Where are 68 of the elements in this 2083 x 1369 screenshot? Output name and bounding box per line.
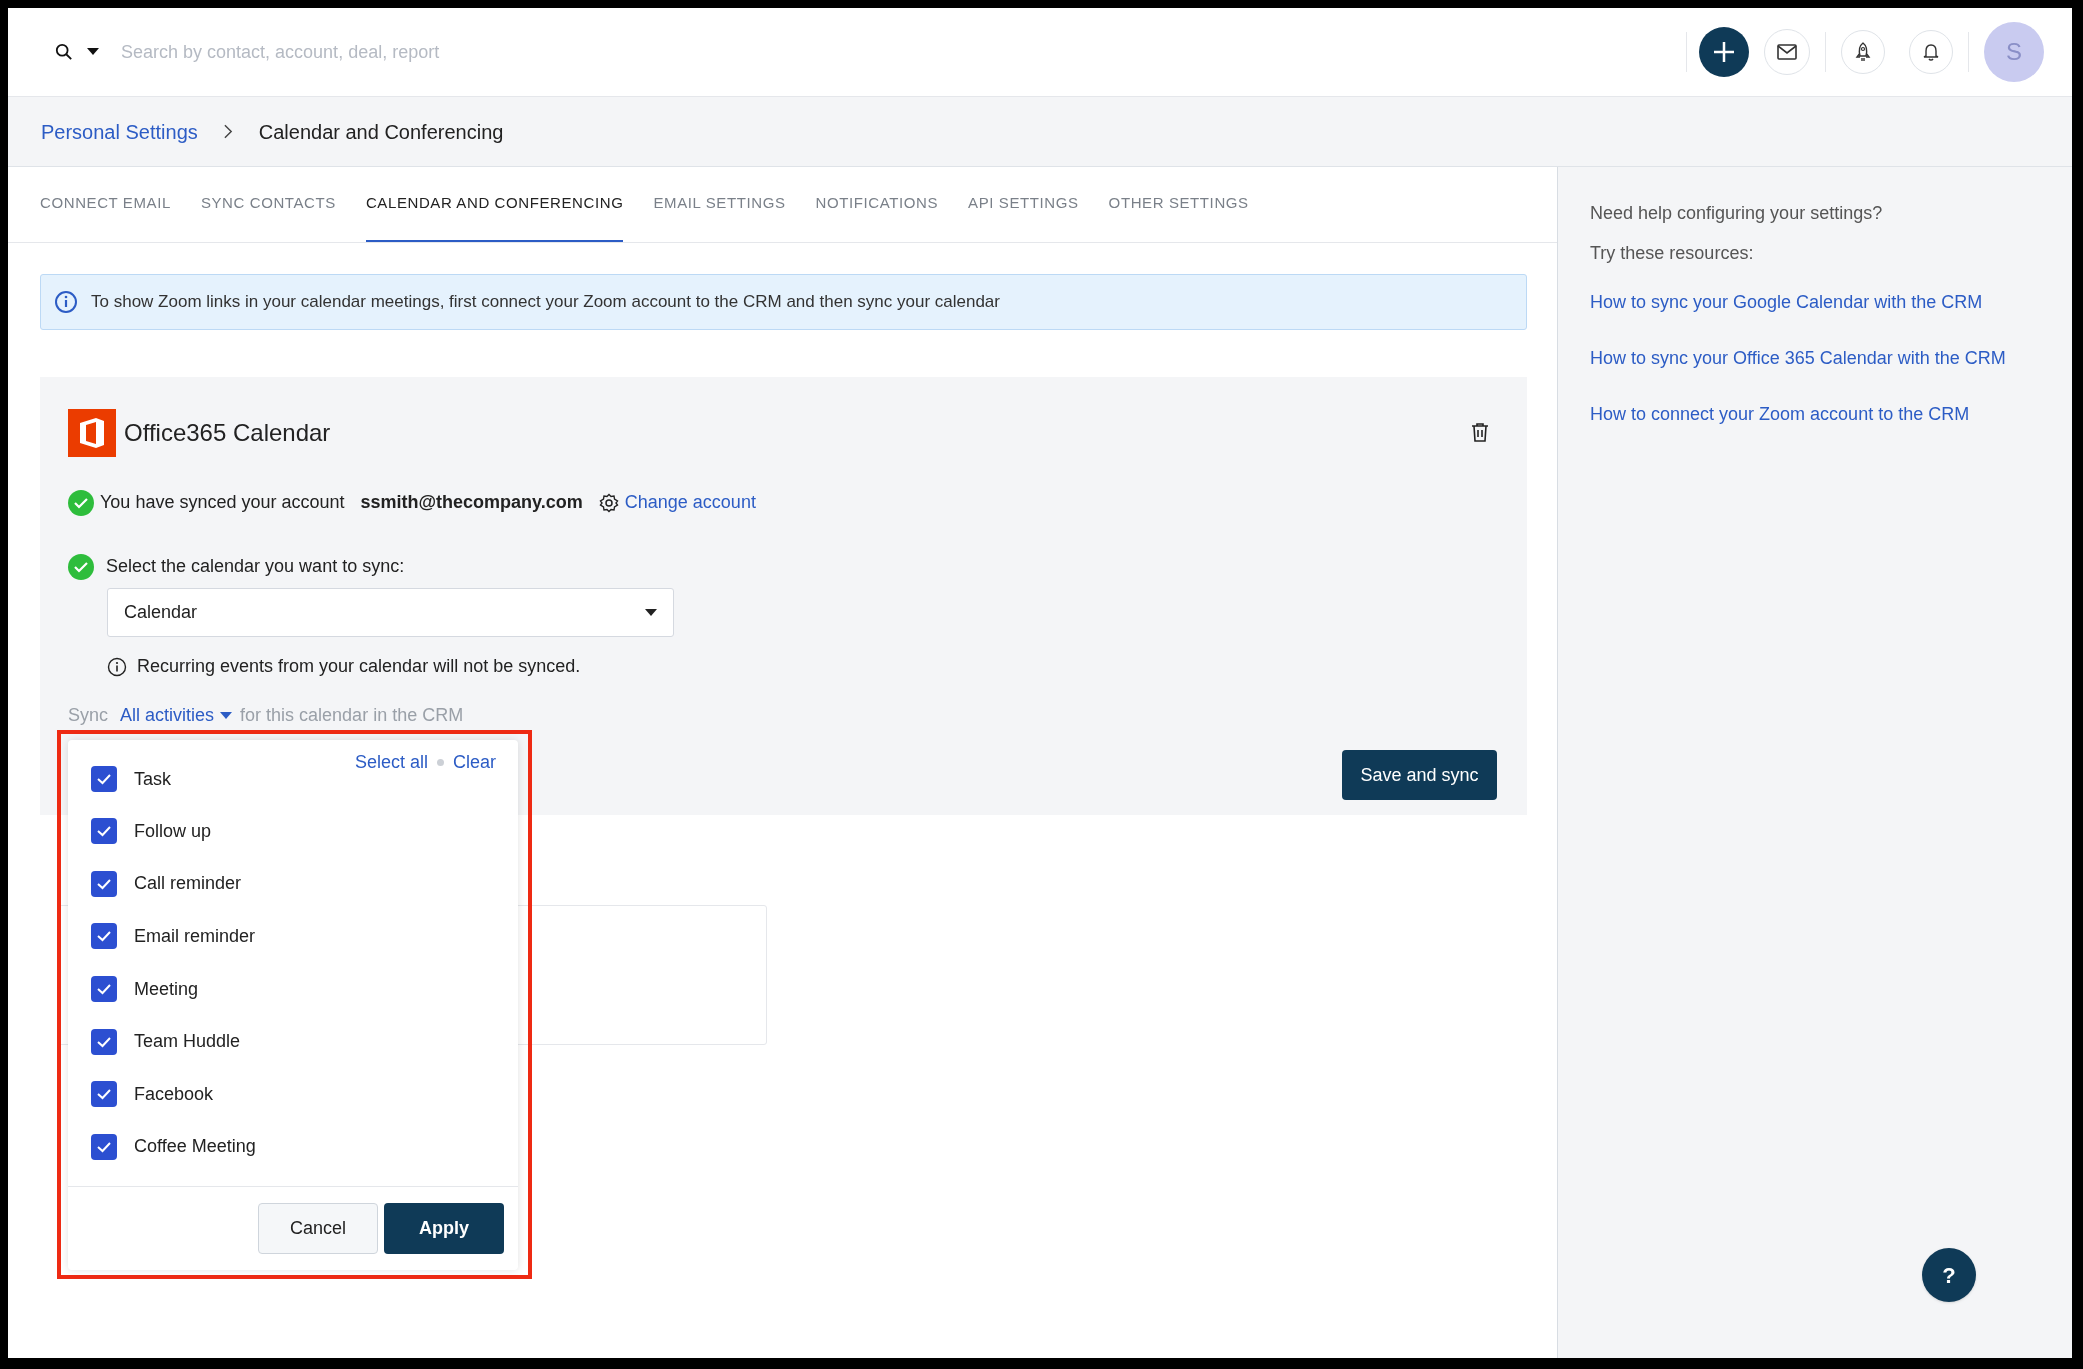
- checkbox[interactable]: [91, 870, 117, 897]
- save-and-sync-button[interactable]: Save and sync: [1342, 750, 1497, 800]
- settings-tab[interactable]: API SETTINGS: [968, 167, 1079, 242]
- checkbox[interactable]: [91, 976, 117, 1003]
- caret-icon: [220, 711, 233, 720]
- settings-tab[interactable]: EMAIL SETTINGS: [653, 167, 786, 242]
- sync-label: Sync: [68, 704, 109, 727]
- chevron-icon: [223, 124, 233, 139]
- rocket-icon: [1855, 42, 1871, 62]
- checkbox-label: Task: [134, 767, 171, 791]
- envelope-icon: [1777, 44, 1797, 60]
- checkbox[interactable]: [91, 1028, 117, 1055]
- bell-icon: [1923, 43, 1939, 61]
- cancel-button[interactable]: Cancel: [258, 1203, 378, 1254]
- help-link[interactable]: How to sync your Google Calendar with the CRM: [1590, 289, 2072, 315]
- select-all-link[interactable]: Select all: [354, 748, 428, 776]
- office-logo-icon: [68, 409, 116, 457]
- search-field[interactable]: Search by contact, account, deal, report: [121, 38, 821, 66]
- breadcrumb-current: Calendar and Conferencing: [258, 119, 504, 145]
- caret-icon[interactable]: [87, 48, 99, 56]
- settings-tab[interactable]: OTHER SETTINGS: [1108, 167, 1249, 242]
- check-circle-icon: [68, 553, 94, 580]
- checkbox[interactable]: [91, 923, 117, 950]
- clear-link[interactable]: Clear: [453, 748, 496, 776]
- mail-button[interactable]: [1764, 29, 1810, 75]
- select-label: Select the calendar you want to sync:: [106, 555, 405, 578]
- checkbox-label: Coffee Meeting: [134, 1135, 256, 1159]
- notifications-button[interactable]: [1909, 30, 1953, 74]
- checkbox-label: Call reminder: [134, 872, 242, 896]
- checkbox-label: Facebook: [134, 1082, 214, 1106]
- delete-icon[interactable]: [1471, 422, 1489, 442]
- recurring-note: Recurring events from your calendar will not be synced.: [137, 655, 581, 678]
- settings-tab[interactable]: CONNECT EMAIL: [40, 167, 171, 242]
- search-icon[interactable]: [55, 43, 73, 61]
- help-link[interactable]: How to sync your Office 365 Calendar with the CRM: [1590, 345, 2072, 371]
- checkbox-label: Meeting: [134, 977, 199, 1001]
- calendar-select[interactable]: Calendar: [107, 588, 674, 637]
- help-heading: Need help configuring your settings?: [1590, 202, 1884, 225]
- check-circle-icon: [68, 489, 94, 516]
- sync-description: for this calendar in the CRM: [240, 704, 464, 727]
- info-icon: [54, 290, 78, 314]
- checkbox-label: Team Huddle: [134, 1030, 241, 1054]
- caret-icon: [645, 608, 657, 617]
- add-button[interactable]: [1699, 27, 1749, 77]
- checkbox-label: Email reminder: [134, 925, 256, 948]
- plus-icon: [1711, 39, 1737, 65]
- banner-text: To show Zoom links in your calendar meetings, first connect your Zoom account to the CRM and then sync your calendar: [91, 291, 1000, 314]
- card-title: Office365 Calendar: [124, 418, 331, 448]
- change-account-link[interactable]: Change account: [624, 489, 756, 516]
- breadcrumb-link[interactable]: Personal Settings: [41, 116, 198, 147]
- sync-status-text: You have synced your account: [100, 491, 345, 514]
- checkbox-label: Follow up: [134, 819, 212, 843]
- help-button[interactable]: ?: [1922, 1248, 1976, 1302]
- settings-tab[interactable]: SYNC CONTACTS: [200, 167, 336, 242]
- checkbox[interactable]: [91, 818, 117, 845]
- checkbox[interactable]: [91, 1081, 117, 1108]
- settings-tab[interactable]: NOTIFICATIONS: [815, 167, 939, 242]
- checkbox[interactable]: [91, 766, 117, 792]
- account-email: ssmith@thecompany.com: [360, 491, 583, 514]
- gear-icon: [598, 492, 619, 513]
- activities-dropdown-link[interactable]: All activities: [120, 702, 233, 729]
- help-subheading: Try these resources:: [1590, 242, 1755, 265]
- settings-tab[interactable]: CALENDAR AND CONFERENCING: [365, 167, 624, 242]
- rocket-button[interactable]: [1841, 30, 1885, 74]
- checkbox[interactable]: [91, 1133, 117, 1160]
- apply-button[interactable]: Apply: [384, 1203, 504, 1254]
- info-icon: [107, 656, 127, 677]
- help-link[interactable]: How to connect your Zoom account to the CRM: [1590, 401, 2072, 427]
